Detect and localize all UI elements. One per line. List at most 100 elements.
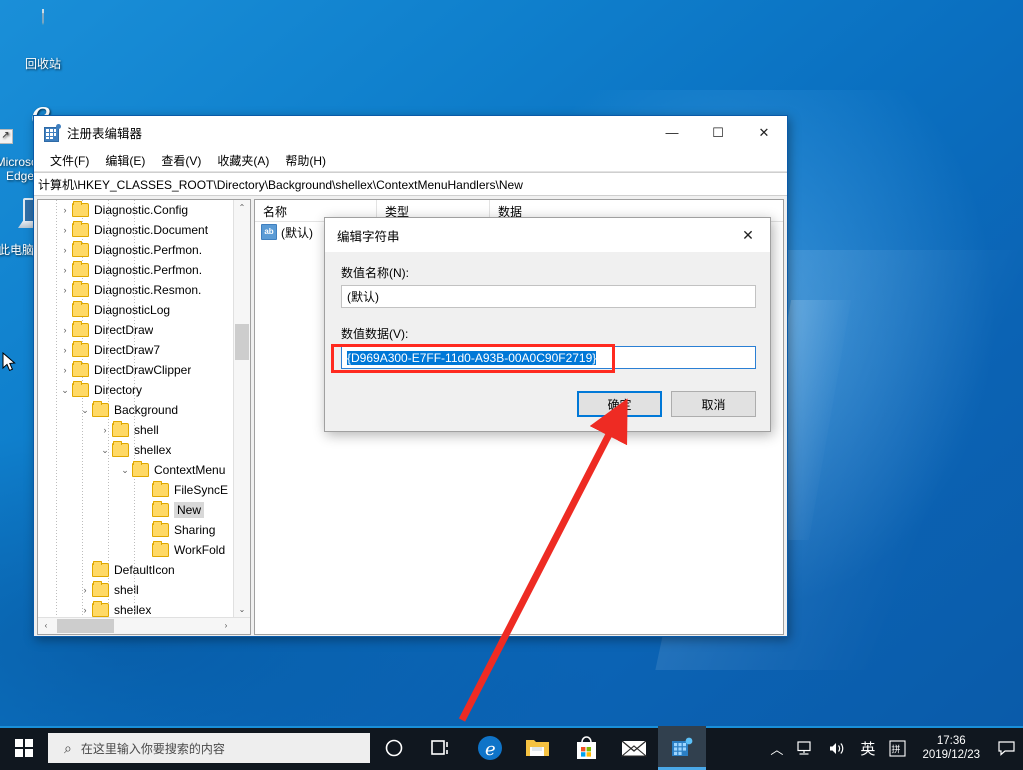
network-icon[interactable] [790,726,821,770]
chevron-right-icon[interactable]: › [78,585,92,595]
folder-icon [72,303,89,317]
tree-node[interactable]: Sharing [38,520,234,540]
desktop-icon-recycle-bin[interactable]: ♺ 回收站 [5,10,81,71]
taskbar-button-microsoft-edge[interactable]: e [466,726,514,770]
value-name-input[interactable]: (默认) [341,285,756,308]
menu-file[interactable]: 文件(F) [42,150,97,171]
ime-mode-indicator[interactable]: 拼 [882,726,913,770]
registry-tree-pane[interactable]: ›Diagnostic.Config›Diagnostic.Document›D… [37,199,251,635]
taskbar-button-cortana[interactable] [370,726,418,770]
tree-node[interactable]: ›Diagnostic.Perfmon. [38,240,234,260]
minimize-button[interactable]: — [649,116,695,149]
chevron-right-icon[interactable]: › [58,225,72,235]
chevron-down-icon[interactable]: ⌄ [58,385,72,396]
ime-language-indicator[interactable]: 英 [853,726,882,770]
value-name-input-text: (默认) [347,288,379,305]
folder-icon [72,383,89,397]
chevron-right-icon[interactable]: › [58,285,72,295]
registry-editor-icon [670,737,694,759]
taskbar-clock[interactable]: 17:36 2019/12/23 [913,734,989,762]
tree-node[interactable]: › DirectDraw [38,320,234,340]
tray-expand-chevron-icon[interactable]: ︿ [763,726,790,770]
taskbar-button-registry-editor[interactable] [658,726,706,770]
tree-node[interactable]: New [38,500,234,520]
clock-time: 17:36 [922,734,980,748]
maximize-button[interactable]: ☐ [695,116,741,149]
chevron-right-icon[interactable]: › [58,325,72,335]
desktop-icon-label: 此电脑 [0,243,34,257]
mouse-cursor-icon [2,352,16,372]
tree-node-label: DefaultIcon [114,563,175,577]
tree-vertical-scrollbar[interactable]: ⌃ ⌄ [233,200,250,634]
tree-node[interactable]: ⌄Directory [38,380,234,400]
cancel-button[interactable]: 取消 [671,391,756,417]
value-data-input-text: {D969A300-E7FF-11d0-A93B-00A0C90F2719} [347,351,596,365]
chevron-right-icon[interactable]: › [58,265,72,275]
taskbar-button-file-explorer[interactable] [514,726,562,770]
taskbar-button-mail[interactable] [610,726,658,770]
menu-edit[interactable]: 编辑(E) [97,150,153,171]
chevron-right-icon[interactable]: › [58,245,72,255]
search-input[interactable]: ⌕ 在这里输入你要搜索的内容 [48,733,370,763]
scroll-left-arrow[interactable]: ‹ [38,618,54,634]
chevron-down-icon[interactable]: ⌄ [78,405,92,416]
tree-horizontal-scrollbar[interactable]: ‹ › [38,617,250,634]
mail-icon [621,739,647,758]
tree-node[interactable]: ›Diagnostic.Document [38,220,234,240]
registry-editor-icon [44,125,60,141]
action-center-button[interactable] [989,726,1023,770]
scroll-right-arrow[interactable]: › [218,618,234,634]
volume-icon[interactable] [821,726,853,770]
scroll-up-arrow[interactable]: ⌃ [234,200,250,216]
string-value-icon: ab [261,224,277,240]
chevron-down-icon[interactable]: ⌄ [118,465,132,476]
tree-node-label: WorkFold [174,543,225,557]
tree-node[interactable]: ⌄Background [38,400,234,420]
vertical-scroll-thumb[interactable] [235,324,249,360]
dialog-close-button[interactable]: ✕ [726,218,770,252]
tree-node-label: DirectDraw [94,323,153,337]
folder-icon [92,583,109,597]
chevron-right-icon[interactable]: › [98,425,112,435]
chevron-right-icon[interactable]: › [78,605,92,615]
ime-mode-glyph: 拼 [889,740,906,757]
menu-favorites[interactable]: 收藏夹(A) [209,150,277,171]
taskbar-button-task-view[interactable] [418,726,466,770]
address-bar[interactable]: 计算机\HKEY_CLASSES_ROOT\Directory\Backgrou… [34,172,787,196]
tree-node[interactable]: ›DirectDraw7 [38,340,234,360]
tree-node[interactable]: ›Diagnostic.Config [38,200,234,220]
registry-tree: ›Diagnostic.Config›Diagnostic.Document›D… [38,200,234,620]
chevron-down-icon[interactable]: ⌄ [98,445,112,456]
close-button[interactable]: ✕ [741,116,787,149]
scroll-down-arrow[interactable]: ⌄ [234,602,250,618]
tree-node[interactable]: DiagnosticLog [38,300,234,320]
tree-node[interactable]: ›shell [38,420,234,440]
chevron-right-icon[interactable]: › [58,205,72,215]
ok-button[interactable]: 确定 [577,391,662,417]
chevron-right-icon[interactable]: › [58,345,72,355]
tree-node[interactable]: WorkFold [38,540,234,560]
folder-icon [112,423,129,437]
start-button[interactable] [0,726,48,770]
system-tray: ︿ 英 拼 17:36 2019/12/23 [763,726,1023,770]
tree-node[interactable]: ⌄ContextMenu [38,460,234,480]
tree-node[interactable]: ›shell [38,580,234,600]
menu-view[interactable]: 查看(V) [153,150,209,171]
folder-icon [152,503,169,517]
tree-node-label: Diagnostic.Perfmon. [94,263,202,277]
tree-node[interactable]: FileSyncE [38,480,234,500]
tree-node[interactable]: ⌄shellex [38,440,234,460]
menu-bar: 文件(F) 编辑(E) 查看(V) 收藏夹(A) 帮助(H) [34,149,787,172]
search-placeholder: 在这里输入你要搜索的内容 [81,740,225,757]
menu-help[interactable]: 帮助(H) [277,150,334,171]
value-data-input[interactable]: {D969A300-E7FF-11d0-A93B-00A0C90F2719} [341,346,756,369]
horizontal-scroll-thumb[interactable] [57,619,114,633]
tree-node[interactable]: › Diagnostic.Perfmon. [38,260,234,280]
chevron-right-icon[interactable]: › [58,365,72,375]
taskbar-button-microsoft-store[interactable] [562,726,610,770]
tree-node[interactable]: ›Diagnostic.Resmon. [38,280,234,300]
folder-icon [152,543,169,557]
tree-node[interactable]: DefaultIcon [38,560,234,580]
tree-node[interactable]: ›DirectDrawClipper [38,360,234,380]
taskbar: ⌕ 在这里输入你要搜索的内容 e [0,726,1023,770]
